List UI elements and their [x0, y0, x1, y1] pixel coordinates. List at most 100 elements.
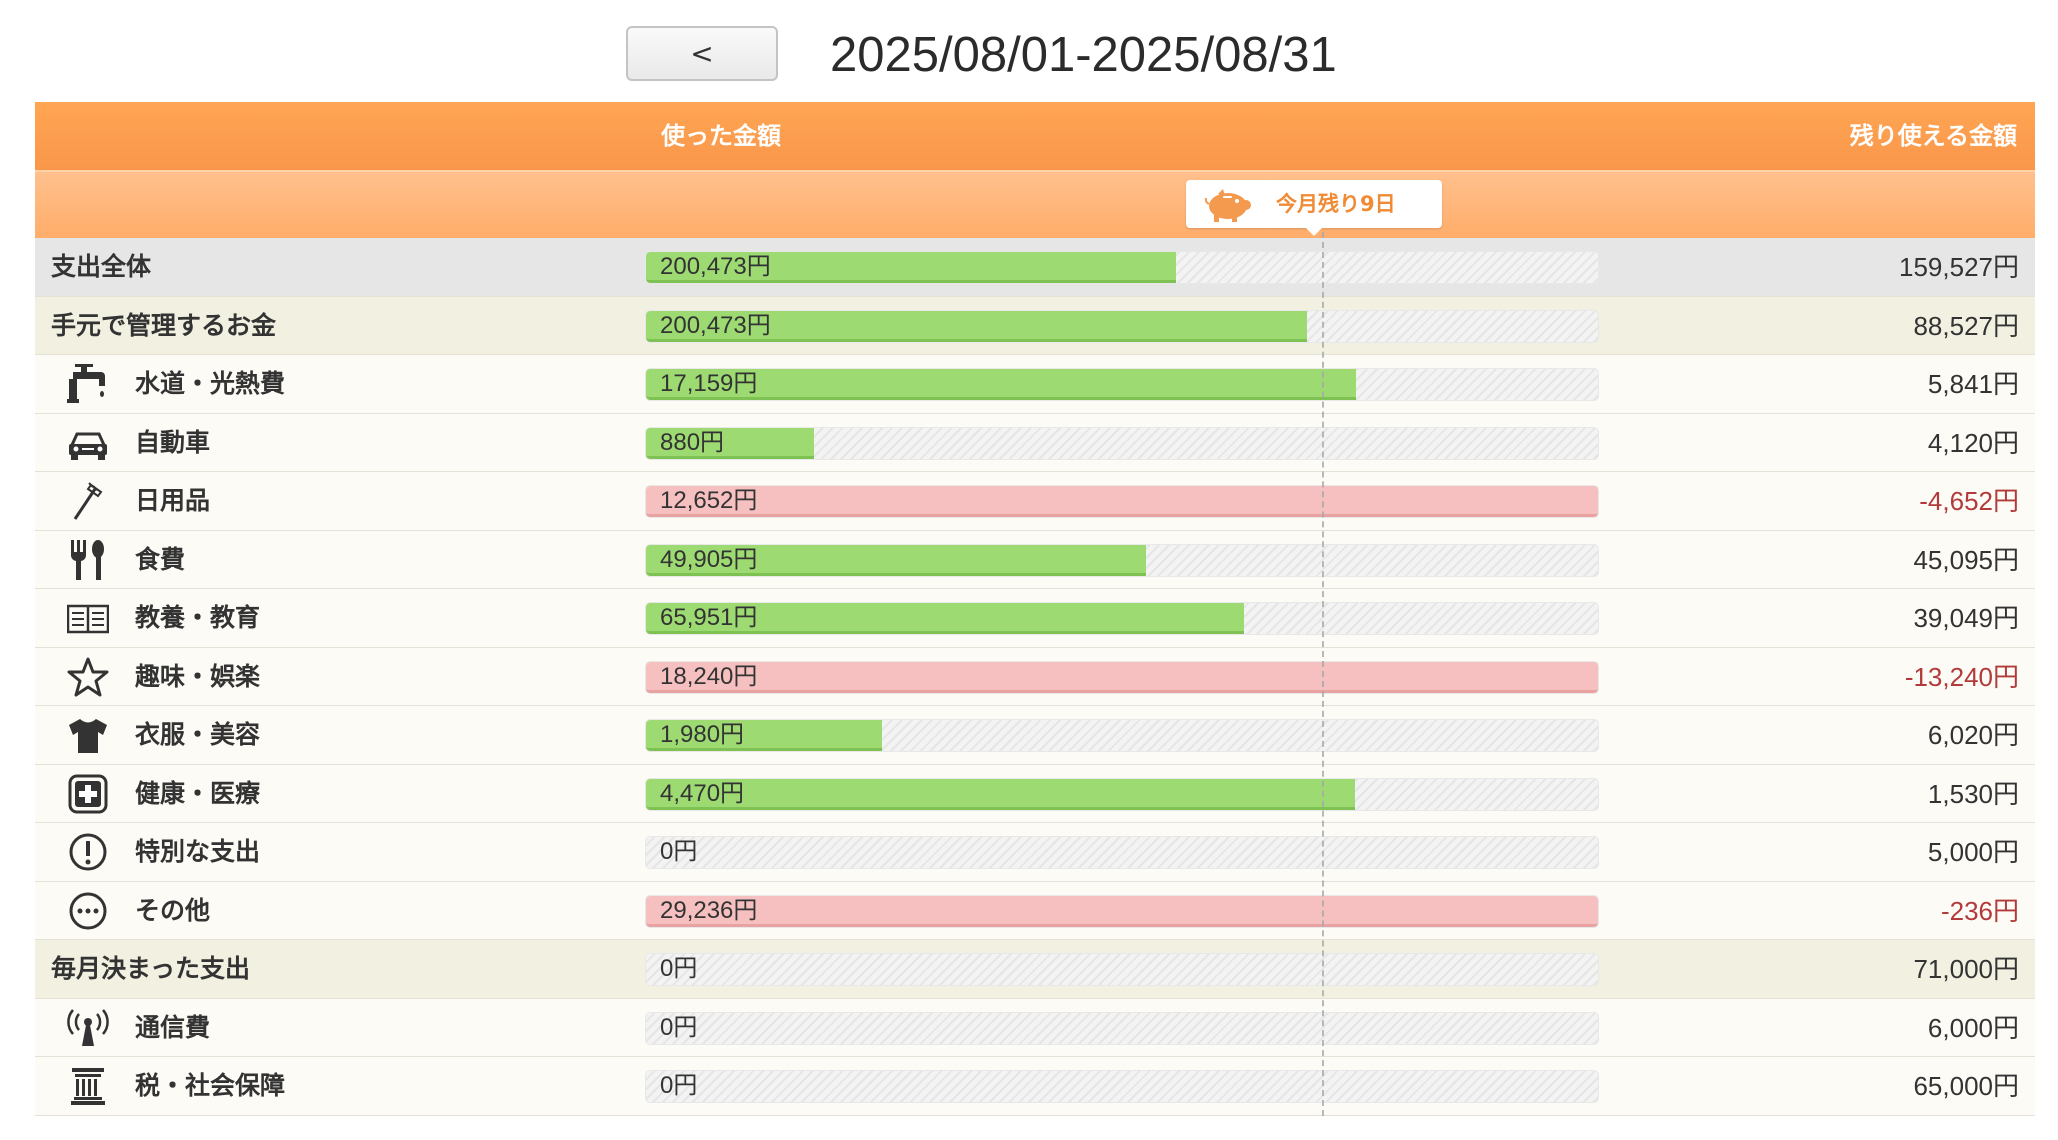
category-row[interactable]: 日用品 12,652円 -4,652円 [35, 472, 2035, 531]
used-amount: 200,473円 [660, 311, 771, 339]
category-label: 食費 [135, 544, 186, 574]
category-label: 水道・光熱費 [135, 369, 286, 398]
star-icon [67, 657, 109, 697]
used-amount: 1,980円 [660, 721, 745, 748]
category-label: 自動車 [135, 427, 211, 457]
remaining-amount: -236円 [1940, 895, 2019, 926]
category-label: 税・社会保障 [135, 1071, 286, 1100]
remaining-amount: 5,000円 [1927, 837, 2019, 867]
spending-bar: 4,470円 [645, 777, 1599, 811]
category-label: 手元で管理するお金 [51, 310, 277, 340]
spending-bar: 12,652円 [645, 485, 1599, 518]
remaining-amount: 4,120円 [1927, 427, 2019, 458]
remaining-amount: 45,095円 [1913, 544, 2019, 575]
faucet-icon [67, 364, 109, 404]
category-label: 支出全体 [51, 252, 152, 281]
category-row[interactable]: 趣味・娯楽 18,240円 -13,240円 [35, 647, 2035, 706]
building-icon [67, 1066, 109, 1106]
category-label: 特別な支出 [135, 837, 261, 866]
book-icon [66, 598, 110, 638]
category-row[interactable]: 水道・光熱費 17,159円 5,841円 [35, 355, 2035, 414]
over-budget-bar-fill [646, 895, 1598, 927]
days-remaining-text: 今月残り9日 [1276, 192, 1396, 216]
spending-bar: 1,980円 [645, 719, 1599, 752]
remaining-amount: 159,527円 [1899, 252, 2019, 282]
used-amount: 0円 [660, 1013, 698, 1041]
spending-bar: 0円 [645, 1070, 1599, 1103]
used-amount: 29,236円 [660, 896, 758, 924]
spending-bar: 29,236円 [645, 894, 1599, 928]
budget-table: 使った金額 残り使える金額 今月残り9日 支出全体 200,473円 159,527… [35, 102, 2035, 1116]
category-label: 衣服・美容 [135, 720, 261, 749]
category-row[interactable]: 自動車 880円 4,120円 [35, 413, 2035, 472]
category-rows: 支出全体 200,473円 159,527円手元で管理するお金 200,473円 88,… [35, 238, 2035, 1116]
category-label: 通信費 [135, 1012, 211, 1042]
total-row[interactable]: 支出全体 200,473円 159,527円 [35, 238, 2035, 297]
shirt-icon [67, 715, 109, 755]
spending-bar: 49,905円 [645, 543, 1599, 577]
group-row[interactable]: 手元で管理するお金 200,473円 88,527円 [35, 296, 2035, 355]
today-marker-line [1322, 232, 1324, 1116]
remaining-amount-header: 残り使える金額 [1849, 122, 2017, 150]
days-remaining-row: 今月残り9日 [35, 172, 2035, 238]
used-amount: 12,652円 [660, 487, 758, 514]
period-title: 2025/08/01-2025/08/31 [830, 28, 1337, 82]
spending-bar: 65,951円 [645, 602, 1599, 635]
remaining-amount: 6,020円 [1927, 720, 2019, 750]
used-amount: 18,240円 [660, 662, 758, 690]
previous-month-button[interactable]: < [626, 26, 778, 81]
spending-bar: 0円 [645, 836, 1599, 869]
over-budget-bar-fill [646, 661, 1598, 693]
remaining-amount: 39,049円 [1913, 603, 2019, 633]
used-amount: 880円 [660, 428, 725, 456]
used-amount-header: 使った金額 [661, 122, 781, 150]
piggy-bank-icon [1204, 188, 1254, 222]
table-header: 使った金額 残り使える金額 [35, 102, 2035, 172]
days-remaining-badge: 今月残り9日 [1186, 180, 1442, 236]
remaining-amount: 5,841円 [1927, 369, 2019, 399]
remaining-amount: -4,652円 [1919, 486, 2019, 516]
category-label: 毎月決まった支出 [51, 954, 251, 983]
toothbrush-icon [67, 481, 109, 521]
category-row[interactable]: 特別な支出 0円 5,000円 [35, 823, 2035, 882]
remaining-amount: -13,240円 [1904, 661, 2019, 692]
used-amount: 17,159円 [660, 370, 758, 397]
spending-bar: 0円 [645, 1011, 1599, 1045]
used-amount: 200,473円 [660, 253, 771, 280]
remaining-amount: 6,000円 [1927, 1012, 2019, 1043]
category-row[interactable]: 衣服・美容 1,980円 6,020円 [35, 706, 2035, 765]
group-row[interactable]: 毎月決まった支出 0円 71,000円 [35, 940, 2035, 999]
utensils-icon [67, 539, 109, 580]
category-label: 趣味・娯楽 [135, 661, 261, 691]
category-label: 教養・教育 [135, 603, 261, 632]
used-amount: 0円 [660, 1072, 698, 1099]
medical-cross-icon [67, 774, 109, 814]
spending-bar: 0円 [645, 953, 1599, 986]
ellipsis-icon [67, 891, 109, 931]
used-amount: 0円 [660, 955, 698, 982]
category-row[interactable]: 税・社会保障 0円 65,000円 [35, 1057, 2035, 1116]
remaining-amount: 65,000円 [1913, 1071, 2019, 1101]
car-icon [67, 423, 109, 463]
spending-bar: 17,159円 [645, 368, 1599, 401]
category-row[interactable]: 教養・教育 65,951円 39,049円 [35, 589, 2035, 648]
category-row[interactable]: 健康・医療 4,470円 1,530円 [35, 764, 2035, 823]
top-bar: < 2025/08/01-2025/08/31 [0, 0, 2058, 102]
category-row[interactable]: 通信費 0円 6,000円 [35, 998, 2035, 1057]
category-label: その他 [135, 895, 211, 925]
antenna-icon [67, 1008, 109, 1048]
remaining-amount: 88,527円 [1913, 310, 2019, 341]
used-amount: 4,470円 [660, 779, 745, 807]
spending-bar: 200,473円 [645, 251, 1599, 284]
exclamation-icon [67, 832, 109, 872]
category-row[interactable]: 食費 49,905円 45,095円 [35, 530, 2035, 589]
remaining-amount: 71,000円 [1913, 954, 2019, 984]
category-row[interactable]: その他 29,236円 -236円 [35, 881, 2035, 940]
spending-bar: 880円 [645, 426, 1599, 460]
remaining-amount: 1,530円 [1927, 778, 2019, 809]
spending-bar-fill [646, 778, 1356, 810]
category-label: 健康・医療 [135, 778, 261, 808]
spending-bar: 200,473円 [645, 309, 1599, 343]
spending-bar: 18,240円 [645, 660, 1599, 694]
category-label: 日用品 [135, 486, 211, 515]
